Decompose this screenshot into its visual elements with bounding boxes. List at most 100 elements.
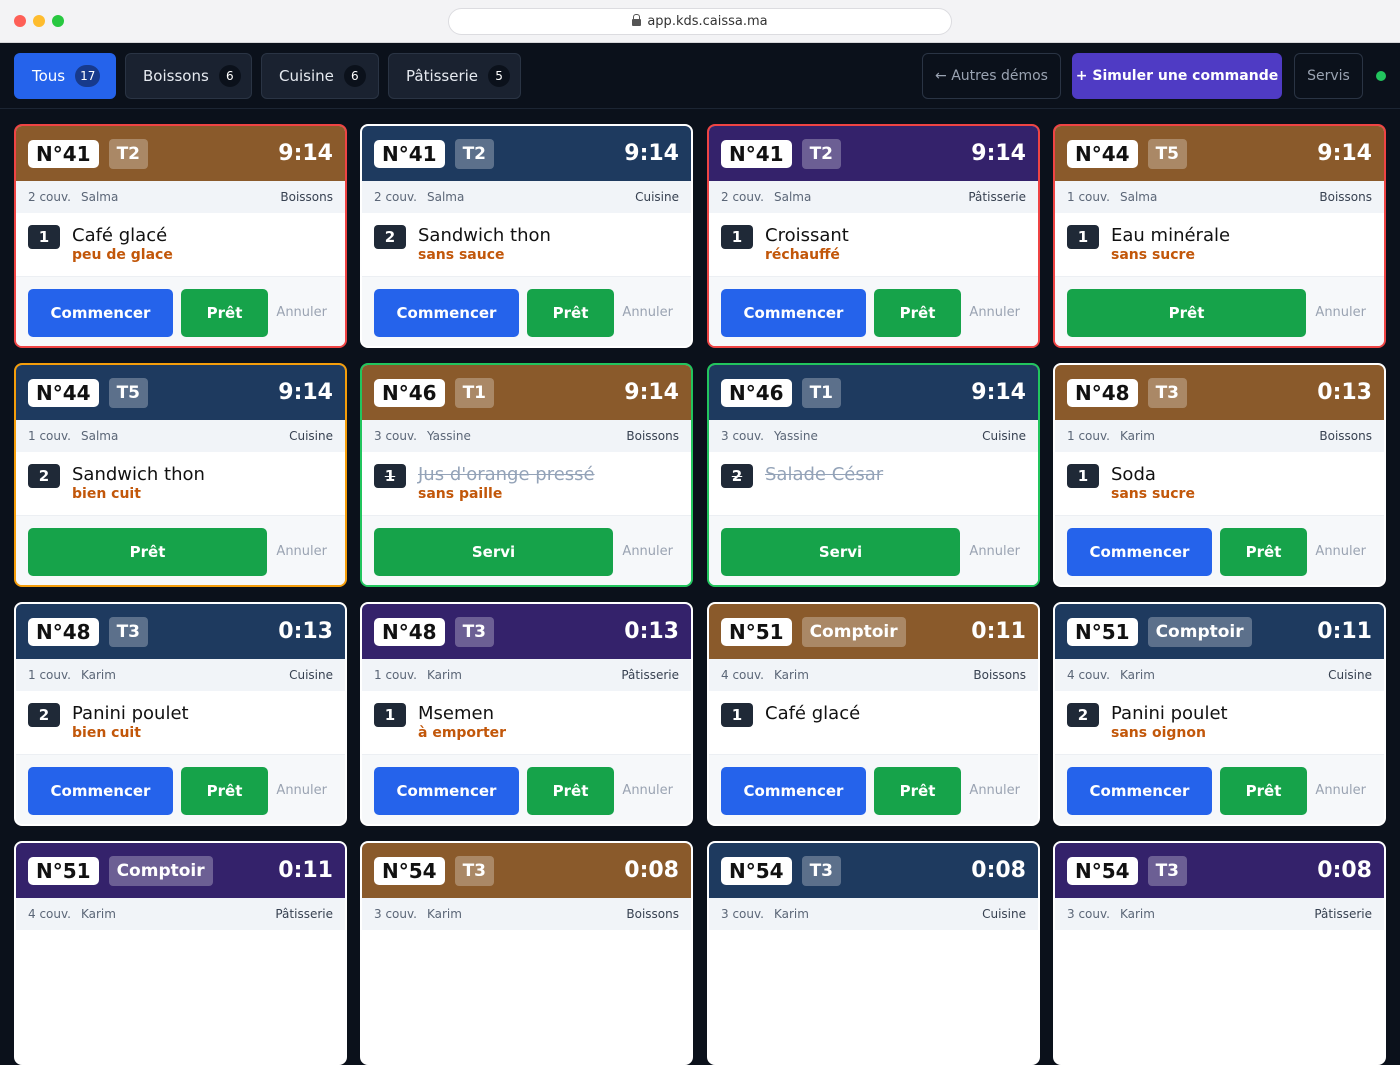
server-name: Yassine — [773, 429, 818, 443]
item-details: Sandwich thon bien cuit — [60, 464, 205, 515]
order-meta: 2 couv. Salma Cuisine — [362, 181, 691, 213]
start-button[interactable]: Commencer — [28, 766, 173, 815]
server-name: Karim — [1119, 668, 1155, 682]
covers-count: 3 couv. — [374, 429, 417, 443]
filter-toolbar: Tous 17 Boissons 6 Cuisine 6 Pâtisserie … — [0, 43, 1400, 109]
item-details: Panini poulet bien cuit — [60, 703, 189, 754]
maximize-window-icon[interactable] — [52, 15, 64, 27]
order-card: N°44 T5 9:14 1 couv. Salma Boissons 1 Eau minér… — [1053, 124, 1386, 348]
cancel-button[interactable]: Annuler — [622, 544, 673, 559]
served-button[interactable]: Servis — [1294, 53, 1363, 99]
start-button[interactable]: Commencer — [1067, 766, 1212, 815]
item-note: bien cuit — [72, 725, 141, 741]
ready-button[interactable]: Prêt — [1220, 527, 1307, 576]
cancel-button[interactable]: Annuler — [1315, 544, 1366, 559]
cancel-button[interactable]: Annuler — [969, 783, 1020, 798]
tab-patisserie[interactable]: Pâtisserie 5 — [388, 53, 521, 99]
served-button[interactable]: Servi — [721, 527, 960, 576]
order-item: 1 Jus d'orange pressé sans paille — [362, 452, 691, 516]
minimize-window-icon[interactable] — [33, 15, 45, 27]
order-actions: Commencer Prêt Annuler — [709, 277, 1038, 346]
start-button[interactable]: Commencer — [721, 766, 866, 815]
start-button[interactable]: Commencer — [1067, 527, 1212, 576]
ready-button[interactable]: Prêt — [28, 527, 267, 576]
cancel-button[interactable]: Annuler — [969, 305, 1020, 320]
order-meta: 4 couv. Karim Cuisine — [1055, 659, 1384, 691]
order-header: N°54 T3 0:08 — [1055, 843, 1384, 898]
start-button[interactable]: Commencer — [374, 288, 519, 337]
cancel-button[interactable]: Annuler — [276, 783, 327, 798]
covers-count: 4 couv. — [721, 668, 764, 682]
ready-button[interactable]: Prêt — [181, 766, 268, 815]
order-actions: Prêt Annuler — [16, 516, 345, 585]
order-header: N°48 T3 0:13 — [16, 604, 345, 659]
ready-button[interactable]: Prêt — [527, 766, 614, 815]
item-note: réchauffé — [765, 247, 840, 263]
order-meta: 3 couv. Karim Pâtisserie — [1055, 898, 1384, 930]
tab-cuisine[interactable]: Cuisine 6 — [261, 53, 379, 99]
order-card: N°44 T5 9:14 1 couv. Salma Cuisine 2 Sandwich t… — [14, 363, 347, 587]
lock-icon — [632, 14, 642, 26]
item-details: Croissant réchauffé — [753, 225, 849, 276]
covers-count: 2 couv. — [721, 190, 764, 204]
order-header: N°46 T1 9:14 — [709, 365, 1038, 420]
order-number: N°44 — [1067, 139, 1138, 168]
item-note: peu de glace — [72, 247, 173, 263]
covers-count: 2 couv. — [28, 190, 71, 204]
ready-button[interactable]: Prêt — [1067, 288, 1306, 337]
order-meta: 1 couv. Karim Pâtisserie — [362, 659, 691, 691]
table-badge: T3 — [454, 855, 495, 886]
cancel-button[interactable]: Annuler — [276, 305, 327, 320]
order-meta: 4 couv. Karim Boissons — [709, 659, 1038, 691]
address-bar[interactable]: app.kds.caissa.ma — [448, 8, 952, 35]
item-quantity: 1 — [721, 225, 753, 249]
order-item: 2 Salade César — [709, 452, 1038, 516]
order-header: N°48 T3 0:13 — [362, 604, 691, 659]
start-button[interactable]: Commencer — [721, 288, 866, 337]
order-actions: Servi Annuler — [709, 516, 1038, 585]
item-note: sans sucre — [1111, 247, 1195, 263]
order-actions: Commencer Prêt Annuler — [709, 755, 1038, 824]
ready-button[interactable]: Prêt — [874, 288, 961, 337]
ready-button[interactable]: Prêt — [181, 288, 268, 337]
close-window-icon[interactable] — [14, 15, 26, 27]
order-card: N°54 T3 0:08 3 couv. Karim Pâtisserie — [1053, 841, 1386, 1065]
cancel-button[interactable]: Annuler — [622, 783, 673, 798]
tab-tous[interactable]: Tous 17 — [14, 53, 116, 99]
cancel-button[interactable]: Annuler — [1315, 783, 1366, 798]
tab-boissons[interactable]: Boissons 6 — [125, 53, 252, 99]
item-quantity: 1 — [28, 225, 60, 249]
covers-count: 3 couv. — [721, 907, 764, 921]
ready-button[interactable]: Prêt — [527, 288, 614, 337]
server-name: Salma — [773, 190, 812, 204]
order-header: N°41 T2 9:14 — [362, 126, 691, 181]
tab-label: Boissons — [143, 67, 209, 85]
table-badge: T2 — [454, 138, 495, 169]
other-demos-button[interactable]: ← Autres démos — [922, 53, 1061, 99]
station-label: Cuisine — [289, 668, 333, 682]
table-badge: T5 — [1147, 138, 1188, 169]
cancel-button[interactable]: Annuler — [622, 305, 673, 320]
simulate-order-button[interactable]: + Simuler une commande — [1072, 53, 1282, 99]
cancel-button[interactable]: Annuler — [1315, 305, 1366, 320]
order-actions: Commencer Prêt Annuler — [1055, 755, 1384, 824]
elapsed-time: 0:11 — [1317, 619, 1372, 644]
item-quantity: 2 — [721, 464, 753, 488]
station-label: Cuisine — [982, 907, 1026, 921]
table-badge: Comptoir — [1147, 616, 1252, 647]
cancel-button[interactable]: Annuler — [276, 544, 327, 559]
start-button[interactable]: Commencer — [374, 766, 519, 815]
ready-button[interactable]: Prêt — [1220, 766, 1307, 815]
order-meta: 1 couv. Salma Boissons — [1055, 181, 1384, 213]
order-number: N°46 — [721, 378, 792, 407]
item-name: Panini poulet — [1111, 703, 1228, 724]
ready-button[interactable]: Prêt — [874, 766, 961, 815]
elapsed-time: 0:08 — [624, 858, 679, 883]
start-button[interactable]: Commencer — [28, 288, 173, 337]
station-label: Boissons — [973, 668, 1026, 682]
covers-count: 1 couv. — [28, 429, 71, 443]
served-button[interactable]: Servi — [374, 527, 613, 576]
table-badge: T3 — [1147, 377, 1188, 408]
tab-count-badge: 6 — [218, 65, 241, 87]
cancel-button[interactable]: Annuler — [969, 544, 1020, 559]
